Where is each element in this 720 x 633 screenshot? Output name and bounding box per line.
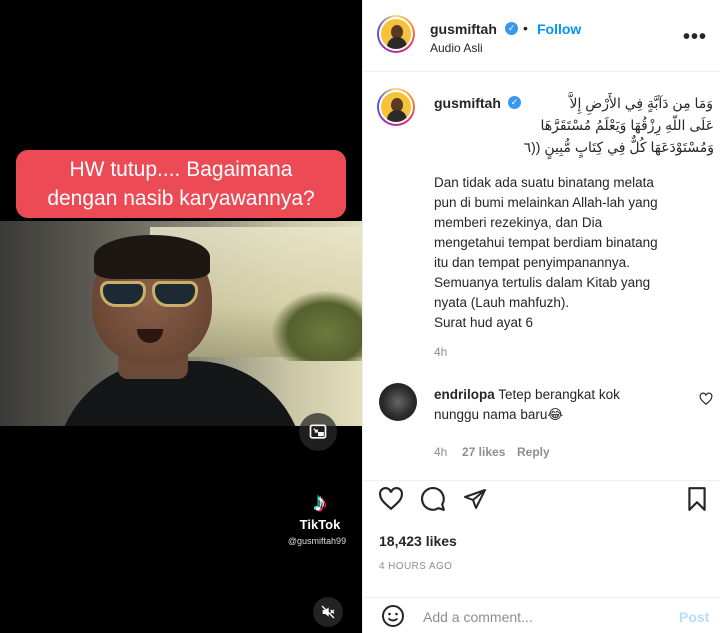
comment-likes[interactable]: 27 likes bbox=[462, 445, 505, 459]
caption-line: mengetahui tempat berdiam binatang bbox=[434, 235, 658, 250]
caption-line: Semuanya tertulis dalam Kitab yang bbox=[434, 275, 651, 290]
sunglasses-right bbox=[152, 281, 198, 307]
video-frame bbox=[0, 221, 362, 426]
sunglasses-left bbox=[100, 281, 146, 307]
speaker-muted-icon bbox=[321, 605, 335, 619]
heart-icon bbox=[379, 486, 403, 511]
paper-plane-icon bbox=[464, 489, 486, 509]
emoji-button[interactable] bbox=[379, 602, 407, 630]
avatar-image bbox=[379, 90, 413, 124]
caption-line-2: dengan nasib karyawannya? bbox=[47, 187, 315, 210]
add-comment-bar: Post bbox=[363, 597, 720, 633]
post-comment-button[interactable]: Post bbox=[679, 609, 709, 625]
commenter-avatar[interactable] bbox=[379, 383, 417, 421]
comment-body: endrilopa Tetep berangkat kok nunggu nam… bbox=[434, 385, 674, 425]
comment-like-heart-icon[interactable] bbox=[699, 392, 713, 406]
post-details-panel: gusmiftah ✓ • Follow Audio Asli ••• gusm… bbox=[362, 0, 720, 633]
caption-author-avatar[interactable] bbox=[377, 88, 415, 126]
arabic-verse-cont: عَلَى اللّهِ رِزْقُهَا وَيَعْلَمُ مُسْتَ… bbox=[434, 114, 714, 158]
tiktok-icon: ♪ bbox=[313, 487, 327, 517]
caption-line: pun di bumi melainkan Allah-lah yang bbox=[434, 195, 658, 210]
likes-count[interactable]: 18,423 likes bbox=[379, 533, 457, 549]
tiktok-wordmark: TikTok bbox=[299, 517, 341, 532]
caption-line: memberi rezekinya, dan Dia bbox=[434, 215, 603, 230]
comment-age: 4h bbox=[434, 445, 448, 459]
verified-badge-icon: ✓ bbox=[505, 22, 518, 35]
avatar-image bbox=[379, 17, 413, 51]
arabic-verse: وَمَا مِن دَآبَّةٍ فِي الأَرْضِ إِلاَّ bbox=[527, 92, 713, 114]
mute-button[interactable] bbox=[313, 597, 343, 627]
caption-age: 4h bbox=[434, 345, 448, 359]
more-options-icon[interactable]: ••• bbox=[683, 26, 707, 49]
audio-label[interactable]: Audio Asli bbox=[430, 41, 483, 55]
caption-line: nyata (Lauh mahfuzh). bbox=[434, 295, 570, 310]
post-caption: Dan tidak ada suatu binatang melata pun … bbox=[434, 173, 714, 333]
comment-text-1: Tetep berangkat kok bbox=[498, 387, 620, 402]
tiktok-watermark: ♪ TikTok @gusmiftah99 bbox=[280, 488, 360, 546]
like-button[interactable] bbox=[377, 485, 405, 513]
video-caption-overlay: HW tutup.... Bagaimana dengan nasib kary… bbox=[16, 150, 346, 218]
caption-author-username[interactable]: gusmiftah bbox=[434, 95, 501, 111]
share-button[interactable] bbox=[461, 485, 489, 513]
follow-button[interactable]: Follow bbox=[537, 21, 581, 37]
caption-line: Surat hud ayat 6 bbox=[434, 315, 534, 330]
picture-in-picture-button[interactable] bbox=[299, 413, 337, 451]
trees bbox=[272, 291, 362, 361]
commenter-username[interactable]: endrilopa bbox=[434, 387, 495, 402]
arabic-line-1: وَمَا مِن دَآبَّةٍ فِي الأَرْضِ إِلاَّ bbox=[569, 95, 713, 111]
post-actions: 18,423 likes 4 HOURS AGO bbox=[363, 480, 720, 580]
reply-button[interactable]: Reply bbox=[517, 445, 550, 459]
instagram-post-modal: HW tutup.... Bagaimana dengan nasib kary… bbox=[0, 0, 720, 633]
post-header: gusmiftah ✓ • Follow Audio Asli ••• bbox=[363, 0, 720, 72]
comment-bubble-icon bbox=[421, 487, 445, 511]
comment-text-2: nunggu nama baru😂 bbox=[434, 407, 564, 422]
arabic-line-2: عَلَى اللّهِ رِزْقُهَا وَيَعْلَمُ مُسْتَ… bbox=[540, 117, 714, 133]
verified-badge-icon: ✓ bbox=[508, 96, 521, 109]
person-hair bbox=[94, 235, 210, 279]
comment-button[interactable] bbox=[419, 485, 447, 513]
author-username[interactable]: gusmiftah bbox=[430, 21, 497, 37]
smiley-icon bbox=[382, 605, 404, 627]
bookmark-icon bbox=[688, 487, 706, 511]
tiktok-handle: @gusmiftah99 bbox=[287, 536, 347, 546]
save-button[interactable] bbox=[683, 485, 711, 513]
caption-line: Dan tidak ada suatu binatang melata bbox=[434, 175, 654, 190]
caption-line: itu dan tempat penyimpanannya. bbox=[434, 255, 630, 270]
caption-line-1: HW tutup.... Bagaimana bbox=[69, 158, 293, 181]
post-timestamp: 4 HOURS AGO bbox=[379, 561, 453, 572]
arabic-line-3: وَمُسْتَوْدَعَهَا كُلٌّ فِي كِتَابٍ مُّب… bbox=[523, 139, 714, 155]
comments-list[interactable]: gusmiftah ✓ وَمَا مِن دَآبَّةٍ فِي الأَر… bbox=[363, 72, 720, 480]
picture-in-picture-icon bbox=[309, 424, 327, 439]
author-avatar[interactable] bbox=[377, 15, 415, 53]
separator-dot: • bbox=[523, 20, 528, 36]
video-player[interactable]: HW tutup.... Bagaimana dengan nasib kary… bbox=[0, 0, 362, 633]
comment-input[interactable] bbox=[423, 607, 643, 627]
